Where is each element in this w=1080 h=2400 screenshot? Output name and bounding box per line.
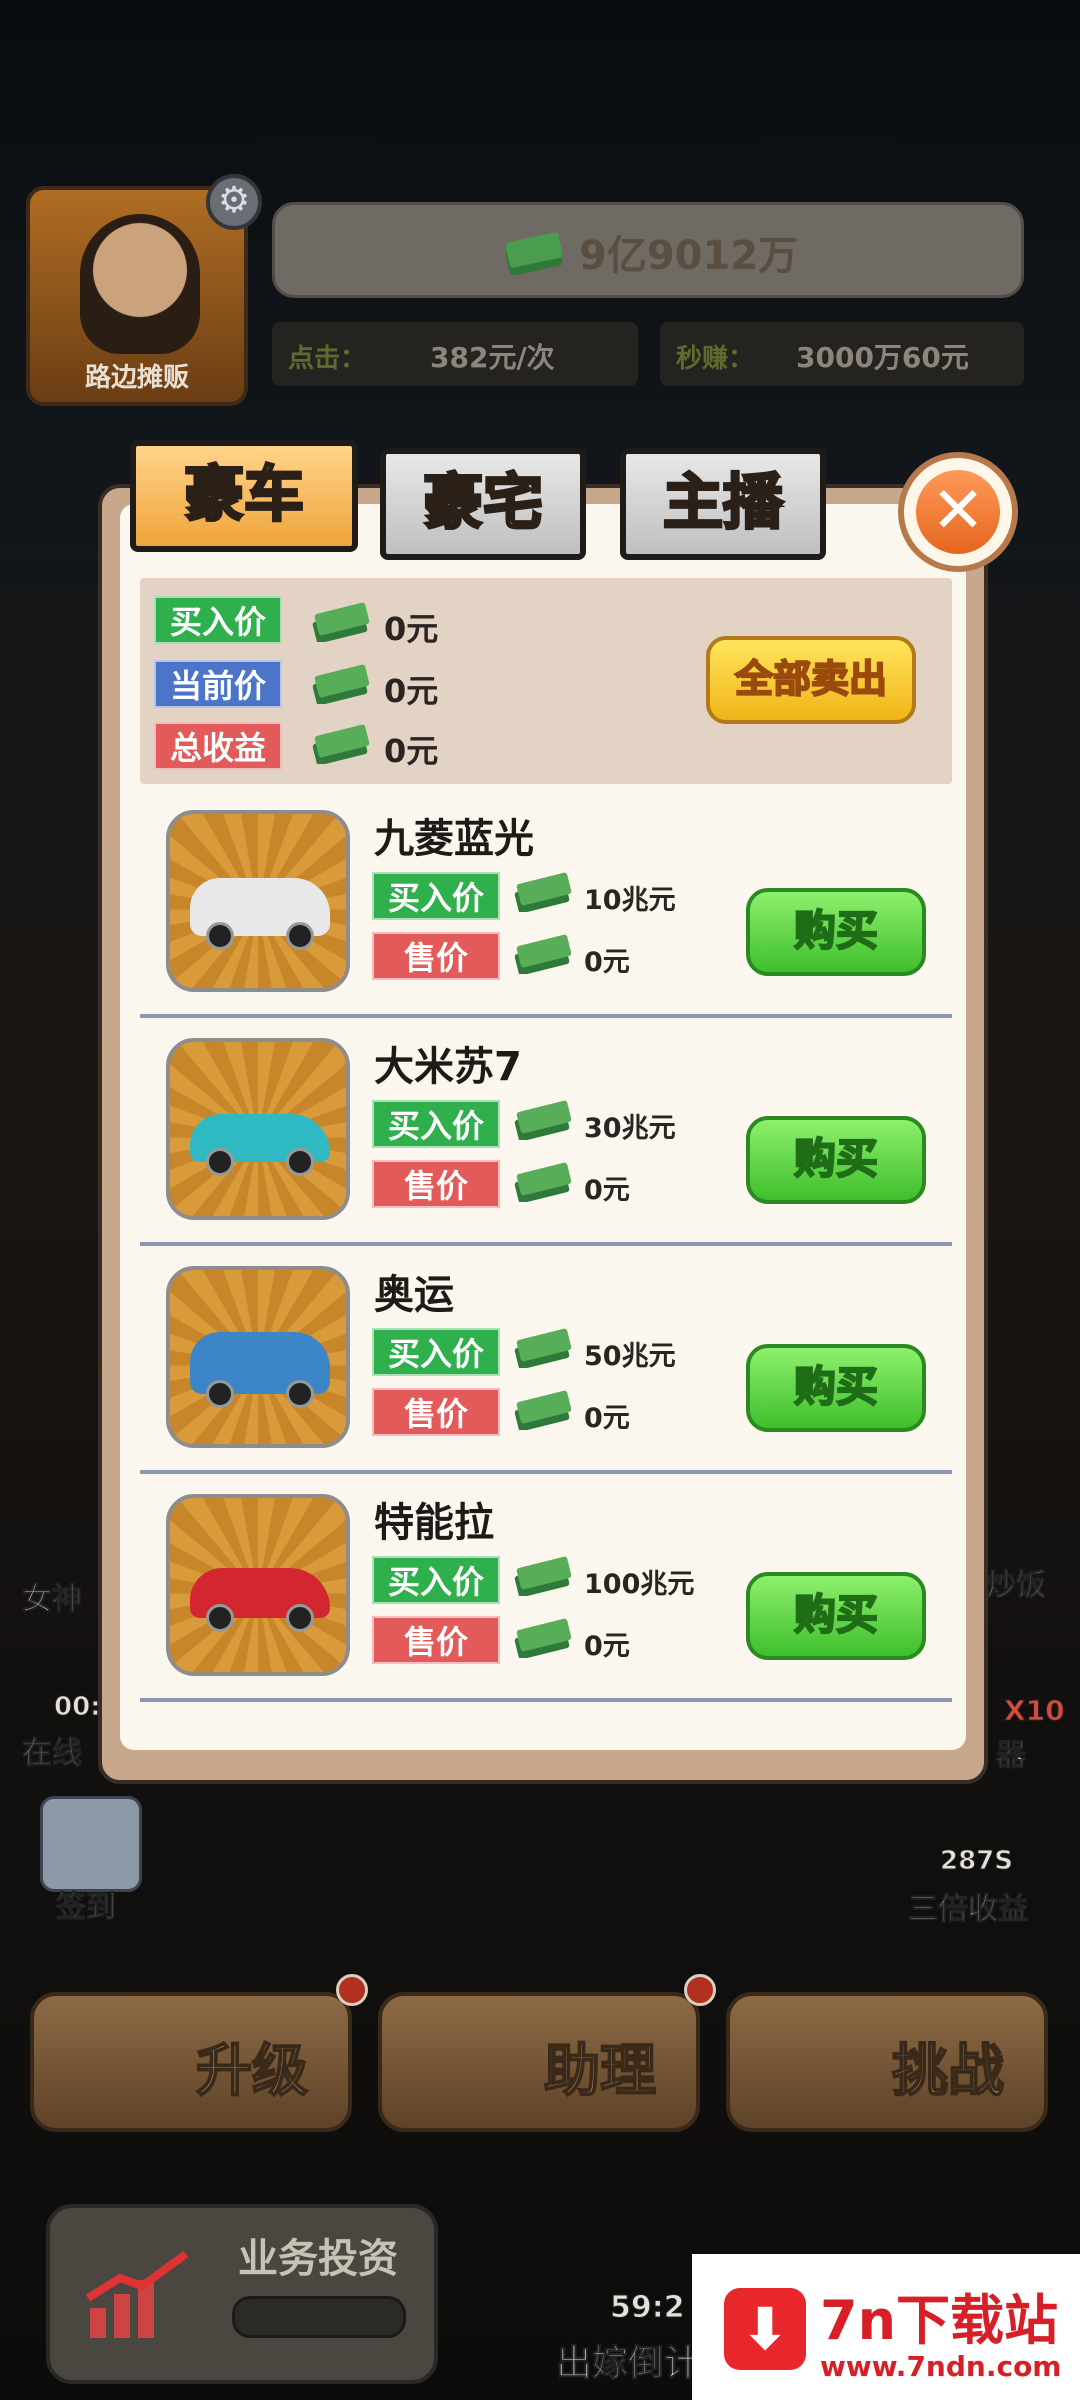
cash-icon xyxy=(310,602,372,646)
cash-icon xyxy=(310,724,372,768)
chart-up-icon xyxy=(85,2250,189,2338)
car-name: 九菱蓝光 xyxy=(374,816,534,862)
buy-button[interactable]: 购买 xyxy=(746,1344,926,1432)
gear-icon[interactable]: ⚙ xyxy=(206,174,262,230)
car-icon xyxy=(190,878,330,950)
total-money: 9亿9012万 xyxy=(579,233,799,279)
cash-icon xyxy=(512,1100,574,1144)
challenge-label: 挑战 xyxy=(891,2038,1005,2105)
cash-icon xyxy=(310,664,372,708)
row-divider xyxy=(140,1014,952,1018)
car-sell-price: 0元 xyxy=(584,1403,630,1434)
car-thumbnail xyxy=(166,810,350,992)
buy-button[interactable]: 购买 xyxy=(746,888,926,976)
cash-icon xyxy=(512,1618,574,1662)
cash-icon xyxy=(512,1390,574,1434)
notification-dot xyxy=(684,1974,716,2006)
car-sell-label: 售价 xyxy=(372,1616,500,1664)
watermark-title: 7n下载站 xyxy=(820,2289,1059,2352)
car-name: 奥运 xyxy=(374,1272,454,1318)
car-name: 大米苏7 xyxy=(374,1044,522,1090)
total-profit-value: 0元 xyxy=(384,732,439,770)
car-name: 特能拉 xyxy=(374,1500,494,1546)
challenge-button[interactable]: 挑战 xyxy=(726,1992,1048,2132)
side-item-online[interactable]: 在线 xyxy=(22,1728,83,1772)
car-sell-label: 售价 xyxy=(372,1160,500,1208)
cash-icon xyxy=(512,872,574,916)
tab-streamer[interactable]: 主播 xyxy=(620,448,826,560)
car-sell-price: 0元 xyxy=(584,947,630,978)
notification-dot xyxy=(336,1974,368,2006)
car-buy-label: 买入价 xyxy=(372,1556,500,1604)
tab-mansion[interactable]: 豪宅 xyxy=(380,448,586,560)
avatar xyxy=(80,214,200,354)
assistant-button[interactable]: 助理 xyxy=(378,1992,700,2132)
buy-price-value: 0元 xyxy=(384,610,439,648)
player-title: 路边摊贩 xyxy=(84,363,189,393)
click-label: 点击： xyxy=(288,344,367,374)
sell-all-button[interactable]: 全部卖出 xyxy=(706,636,916,724)
upgrade-button[interactable]: 升级 xyxy=(30,1992,352,2132)
current-price-value: 0元 xyxy=(384,672,439,710)
car-thumbnail xyxy=(166,1266,350,1448)
per-second-value: 3000万60元 xyxy=(796,341,969,374)
car-sell-label: 售价 xyxy=(372,932,500,980)
car-buy-price: 30兆元 xyxy=(584,1113,676,1144)
row-divider xyxy=(140,1470,952,1474)
tab-luxury-car[interactable]: 豪车 xyxy=(130,440,358,552)
car-icon xyxy=(190,1114,330,1176)
cash-icon xyxy=(512,934,574,978)
triple-income-button[interactable]: 三倍收益 xyxy=(908,1884,1029,1928)
buy-button[interactable]: 购买 xyxy=(746,1116,926,1204)
car-thumbnail xyxy=(166,1494,350,1676)
car-icon xyxy=(190,1332,330,1408)
watermark-url: www.7ndn.com xyxy=(820,2350,1062,2383)
car-buy-label: 买入价 xyxy=(372,1328,500,1376)
money-display: 9亿9012万 xyxy=(272,202,1024,298)
countdown-timer: 59:2 xyxy=(610,2290,686,2326)
car-sell-label: 售价 xyxy=(372,1388,500,1436)
car-sell-price: 0元 xyxy=(584,1175,630,1206)
business-invest-button[interactable]: 业务投资 xyxy=(46,2204,438,2384)
cash-icon xyxy=(512,1328,574,1372)
calendar-icon[interactable] xyxy=(40,1796,142,1892)
watermark: ⬇ 7n下载站 www.7ndn.com xyxy=(692,2254,1080,2400)
cash-icon xyxy=(512,1162,574,1206)
click-value: 382元/次 xyxy=(430,341,555,374)
close-button[interactable]: ✕ xyxy=(898,452,1018,572)
invest-label: 业务投资 xyxy=(238,2236,398,2282)
upgrade-label: 升级 xyxy=(195,2038,309,2105)
total-profit-label: 总收益 xyxy=(154,722,282,770)
side-item-friedrice[interactable]: 炒饭 xyxy=(986,1560,1047,1604)
car-thumbnail xyxy=(166,1038,350,1220)
side-item-device[interactable]: 器 xyxy=(996,1730,1027,1774)
cash-icon xyxy=(512,1556,574,1600)
side-item-goddess[interactable]: 女神 xyxy=(22,1574,83,1618)
online-timer: 00: xyxy=(54,1692,102,1723)
car-buy-label: 买入价 xyxy=(372,1100,500,1148)
row-divider xyxy=(140,1698,952,1702)
multiplier-badge: X10 xyxy=(1004,1694,1066,1728)
buy-button[interactable]: 购买 xyxy=(746,1572,926,1660)
click-income-stat: 点击： 382元/次 xyxy=(272,322,638,386)
car-icon xyxy=(190,1568,330,1632)
download-icon: ⬇ xyxy=(724,2288,806,2370)
car-buy-price: 10兆元 xyxy=(584,885,676,916)
checkin-label[interactable]: 签到 xyxy=(56,1882,117,1926)
current-price-label: 当前价 xyxy=(154,660,282,708)
assistant-label: 助理 xyxy=(543,2038,657,2105)
car-buy-price: 100兆元 xyxy=(584,1569,695,1600)
car-buy-label: 买入价 xyxy=(372,872,500,920)
per-second-label: 秒赚： xyxy=(676,344,755,374)
marriage-countdown[interactable]: 出嫁倒计 xyxy=(555,2334,700,2386)
car-buy-price: 50兆元 xyxy=(584,1341,676,1372)
car-sell-price: 0元 xyxy=(584,1631,630,1662)
invest-progress-bar xyxy=(232,2296,406,2338)
close-icon: ✕ xyxy=(916,470,1000,554)
cash-icon xyxy=(505,232,563,275)
row-divider xyxy=(140,1242,952,1246)
buy-price-label: 买入价 xyxy=(154,596,282,644)
per-second-stat: 秒赚： 3000万60元 xyxy=(660,322,1024,386)
triple-timer: 287S xyxy=(940,1846,1014,1877)
